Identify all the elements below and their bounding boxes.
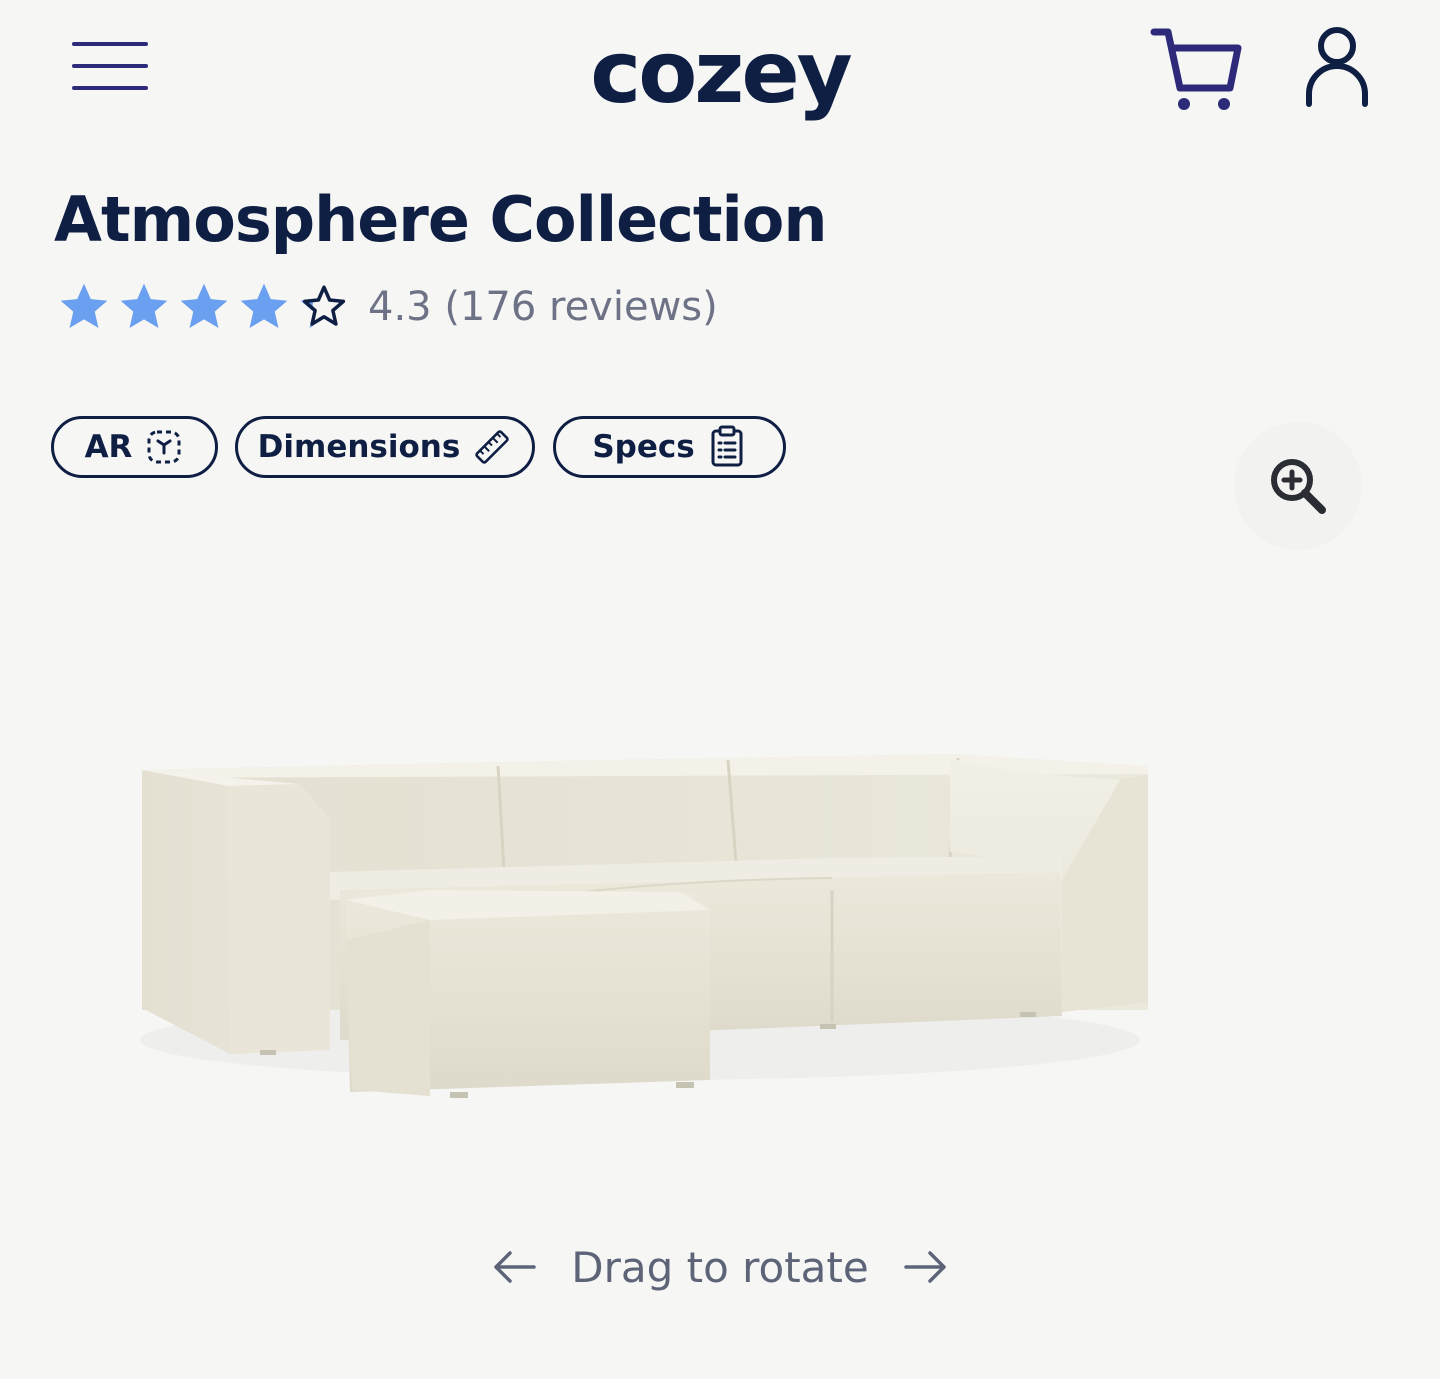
dimensions-label: Dimensions (257, 429, 461, 465)
rating-stars (56, 274, 356, 340)
sofa-image (140, 754, 1148, 1098)
specs-button[interactable]: Specs (553, 416, 786, 478)
ar-scan-icon (147, 430, 181, 464)
arrow-left-icon[interactable] (490, 1247, 538, 1287)
ar-label: AR (84, 429, 133, 465)
product-title: Atmosphere Collection (54, 183, 828, 256)
cozey-logo[interactable]: cozey (570, 18, 870, 128)
site-header: cozey (0, 0, 1440, 150)
shopping-cart-icon[interactable] (1150, 26, 1242, 114)
zoom-in-icon (1271, 459, 1326, 514)
rotate-hint: Drag to rotate (571, 1242, 869, 1292)
star-filled-icon (120, 283, 168, 328)
menu-line (72, 64, 148, 68)
menu-line (72, 42, 148, 46)
clipboard-icon (711, 425, 743, 467)
hamburger-menu-icon[interactable] (72, 40, 148, 92)
star-filled-icon (240, 283, 288, 328)
dimensions-button[interactable]: Dimensions (235, 416, 535, 478)
product-rating[interactable]: 4.3 (176 reviews) (56, 274, 718, 340)
arrow-right-icon[interactable] (902, 1247, 950, 1287)
star-filled-icon (60, 283, 108, 328)
ruler-icon (475, 430, 510, 464)
product-image[interactable] (120, 740, 1160, 1110)
menu-line (72, 86, 148, 90)
rotate-control[interactable]: Drag to rotate (490, 1232, 950, 1302)
zoom-in-button[interactable] (1234, 422, 1362, 550)
star-partial-icon (300, 285, 346, 328)
rating-summary[interactable]: 4.3 (176 reviews) (368, 274, 718, 340)
user-account-icon[interactable] (1304, 26, 1370, 108)
star-filled-icon (180, 283, 228, 328)
specs-label: Specs (592, 429, 695, 465)
ar-button[interactable]: AR (51, 416, 218, 478)
